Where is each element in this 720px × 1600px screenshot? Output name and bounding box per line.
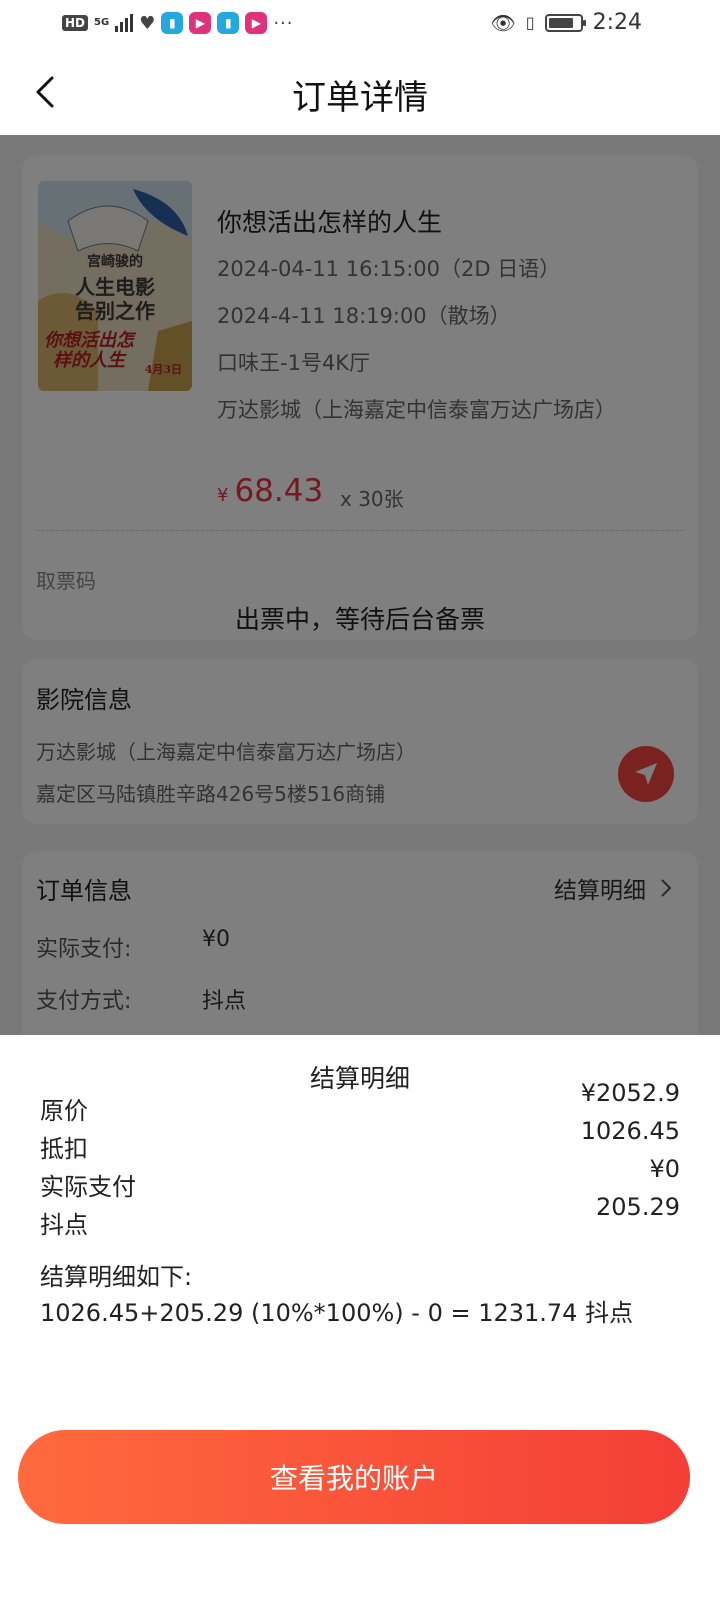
settlement-value: 1026.45 <box>580 1117 680 1145</box>
settlement-formula: 1026.45+205.29 (10%*100%) - 0 = 1231.74 … <box>40 1299 634 1327</box>
hd-indicator: HD <box>62 15 89 31</box>
eye-icon: 👁 <box>490 10 516 35</box>
book-app-icon: ▮ <box>217 12 240 34</box>
video-app-icon: ▶ <box>189 12 212 34</box>
page-title: 订单详情 <box>292 78 428 118</box>
settlement-sheet: 结算明细 原价 ¥2052.9 抵扣 1026.45 实际支付 ¥0 抖点 20… <box>0 1035 720 1600</box>
settlement-label: 抖点 <box>40 1211 88 1239</box>
settlement-value: ¥0 <box>649 1155 680 1183</box>
settlement-value: ¥2052.9 <box>580 1079 680 1107</box>
page-header: 订单详情 <box>0 50 720 135</box>
vibrate-icon: ▯ <box>525 13 535 32</box>
clock: 2:24 <box>592 10 642 35</box>
settlement-note-label: 结算明细如下: <box>40 1263 193 1291</box>
battery-icon <box>544 13 586 32</box>
network-type: 5G <box>94 17 110 28</box>
heart-icon: ♥ <box>139 12 156 34</box>
status-bar-right: 👁 ▯ 2:24 <box>490 10 642 35</box>
settlement-row: 抖点 205.29 <box>40 1193 680 1239</box>
view-account-button[interactable]: 查看我的账户 <box>18 1430 690 1524</box>
video-app-icon: ▶ <box>245 12 268 34</box>
settlement-row: 实际支付 ¥0 <box>40 1155 680 1201</box>
status-bar-left: HD 5G ♥ ▮ ▶ ▮ ▶ ··· <box>62 12 294 34</box>
status-bar: HD 5G ♥ ▮ ▶ ▮ ▶ ··· 👁 ▯ 2:24 <box>0 0 720 50</box>
more-icon: ··· <box>273 12 294 34</box>
signal-icon <box>115 14 134 32</box>
settlement-row: 抵扣 1026.45 <box>40 1117 680 1163</box>
book-app-icon: ▮ <box>161 12 184 34</box>
settlement-row: 原价 ¥2052.9 <box>40 1079 680 1125</box>
settlement-value: 205.29 <box>596 1193 680 1221</box>
